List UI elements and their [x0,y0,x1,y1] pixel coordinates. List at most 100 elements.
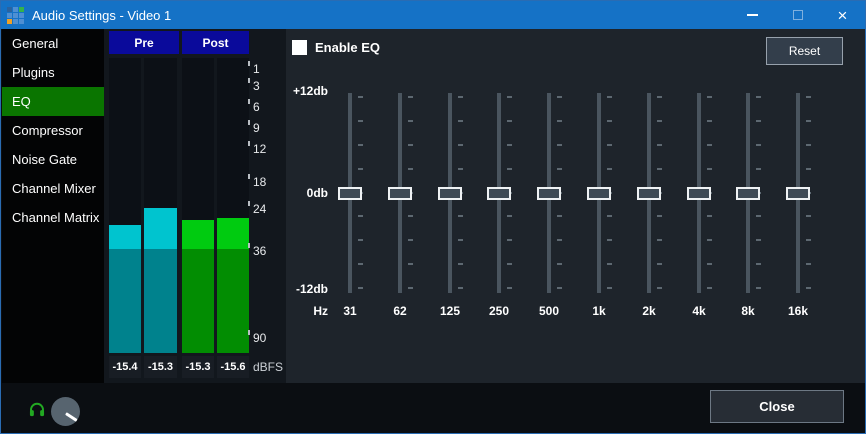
app-logo-icon [7,7,24,24]
slider-tick [657,239,662,241]
eq-freq-label: 62 [375,304,425,318]
slider-tick [657,144,662,146]
slider-tick [806,96,811,98]
minimize-button[interactable] [730,1,775,29]
eq-slider-handle-500[interactable] [537,187,561,200]
eq-freq-label: 125 [425,304,475,318]
eq-axis-minus12: -12db [286,282,328,296]
slider-tick [707,215,712,217]
headphone-volume-knob[interactable] [51,397,80,426]
slider-tick [408,263,413,265]
slider-tick [458,239,463,241]
eq-freq-label: 16k [773,304,823,318]
eq-axis-plus12: +12db [286,84,328,98]
eq-band-slider-125: 125 [425,29,475,329]
enable-eq-checkbox[interactable] [292,40,307,55]
slider-tick [707,239,712,241]
headphones-icon[interactable] [28,400,46,418]
app-logo-square [13,13,18,18]
slider-tick [806,168,811,170]
meter-scale-label: 18 [253,175,266,189]
meter-bar-dark [144,249,177,353]
eq-slider-handle-2k[interactable] [637,187,661,200]
sidebar-item-noise-gate[interactable]: Noise Gate [2,145,104,174]
slider-tick [557,263,562,265]
eq-slider-handle-125[interactable] [438,187,462,200]
eq-slider-handle-31[interactable] [338,187,362,200]
audio-meters-panel: Pre Post dBFS -15.4-15.3-15.3-15.6136912… [104,29,286,383]
slider-tick [607,215,612,217]
slider-tick [557,168,562,170]
sidebar-item-plugins[interactable]: Plugins [2,58,104,87]
eq-freq-label: 31 [325,304,375,318]
sidebar-item-eq[interactable]: EQ [2,87,104,116]
meter-scale-tick [248,61,250,66]
slider-tick [458,263,463,265]
slider-tick [657,96,662,98]
slider-tick [507,144,512,146]
meter-scale-label: 9 [253,121,260,135]
slider-tick [756,96,761,98]
eq-slider-handle-8k[interactable] [736,187,760,200]
slider-tick [806,144,811,146]
maximize-button[interactable] [775,1,820,29]
eq-slider-handle-16k[interactable] [786,187,810,200]
slider-tick [507,120,512,122]
sidebar-item-channel-mixer[interactable]: Channel Mixer [2,174,104,203]
close-button[interactable]: Close [710,390,844,423]
meter-bar-bright [144,208,177,249]
app-logo-square [7,7,12,12]
meter-bar-bright [217,218,249,249]
slider-tick [607,263,612,265]
eq-slider-handle-250[interactable] [487,187,511,200]
app-logo-square [13,7,18,12]
meter-bar-dark [109,249,141,353]
eq-band-slider-250: 250 [474,29,524,329]
sidebar-item-channel-matrix[interactable]: Channel Matrix [2,203,104,232]
eq-freq-label: 500 [524,304,574,318]
slider-tick [358,96,363,98]
eq-panel: Enable EQ Reset +12db 0db -12db Hz 31621… [286,29,866,383]
eq-slider-handle-4k[interactable] [687,187,711,200]
slider-tick [756,215,761,217]
slider-tick [756,168,761,170]
eq-axis-hz: Hz [286,304,328,318]
eq-band-slider-500: 500 [524,29,574,329]
slider-tick [806,287,811,289]
sidebar-item-general[interactable]: General [2,29,104,58]
app-logo-square [7,13,12,18]
slider-tick [756,287,761,289]
slider-tick [707,168,712,170]
meter-value-readout: -15.3 [182,356,214,378]
meter-scale-label: 12 [253,142,266,156]
slider-tick [408,96,413,98]
eq-freq-label: 4k [674,304,724,318]
slider-tick [607,168,612,170]
eq-slider-handle-1k[interactable] [587,187,611,200]
meter-scale-label: 6 [253,100,260,114]
slider-tick [408,168,413,170]
slider-tick [358,144,363,146]
eq-slider-handle-62[interactable] [388,187,412,200]
meter-value-readout: -15.6 [217,356,249,378]
close-window-button[interactable]: × [820,1,865,29]
slider-tick [358,263,363,265]
slider-tick [806,239,811,241]
app-logo-square [19,13,24,18]
meter-scale-tick [248,330,250,335]
slider-tick [756,120,761,122]
sidebar-item-compressor[interactable]: Compressor [2,116,104,145]
slider-tick [657,287,662,289]
slider-tick [507,263,512,265]
slider-tick [507,215,512,217]
meter-scale-label: 3 [253,79,260,93]
slider-tick [707,96,712,98]
slider-tick [707,263,712,265]
slider-tick [507,287,512,289]
eq-freq-label: 2k [624,304,674,318]
slider-tick [707,287,712,289]
meter-scale-label: 90 [253,331,266,345]
slider-tick [408,215,413,217]
pre-meter-channel [144,58,177,353]
meter-scale-tick [248,78,250,83]
